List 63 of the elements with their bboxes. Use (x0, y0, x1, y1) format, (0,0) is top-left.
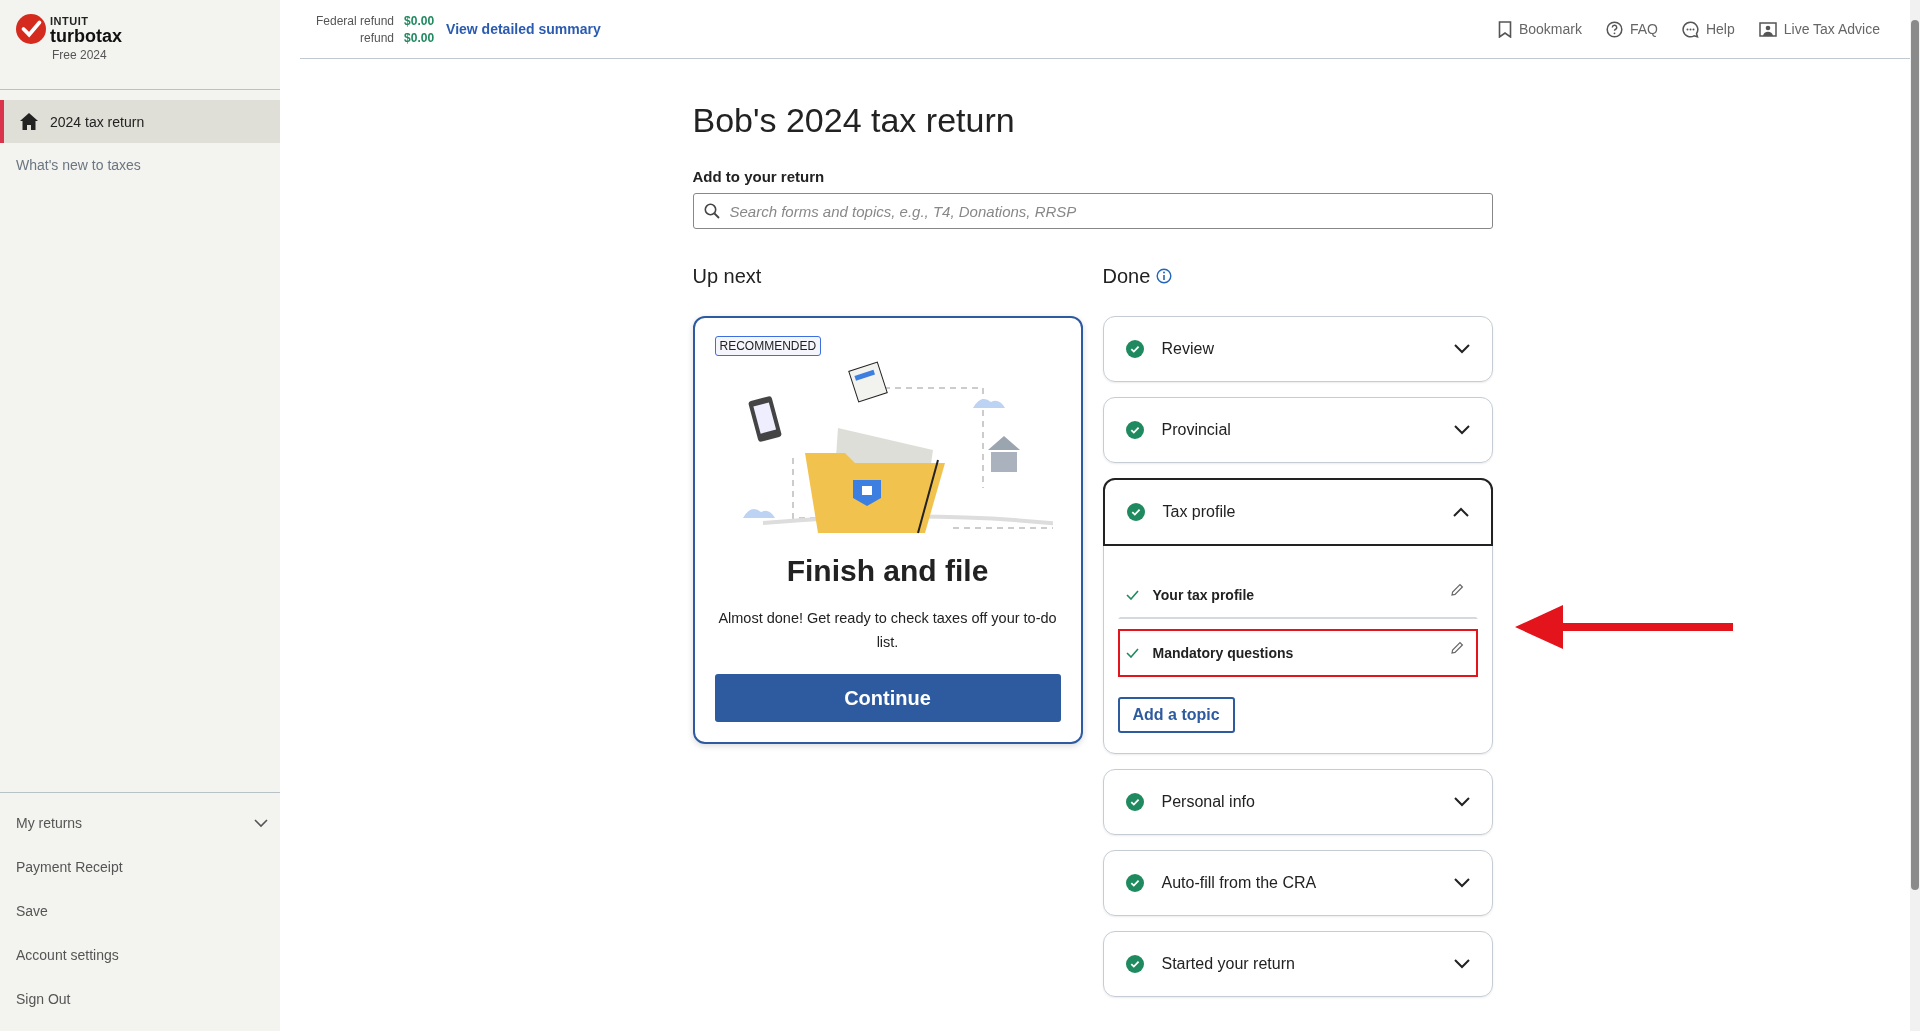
accordion-header[interactable]: Auto-fill from the CRA (1103, 851, 1492, 915)
sidebar-link[interactable]: My returns (0, 801, 280, 845)
accordion-header[interactable]: Personal info (1103, 770, 1492, 834)
topic-row[interactable]: Your tax profile (1117, 571, 1478, 619)
chevron-icon (1453, 425, 1470, 435)
card-description: Almost done! Get ready to check taxes off your to-do list. (717, 609, 1058, 652)
sidebar-link[interactable]: Payment Receipt (0, 845, 280, 889)
sidebar-link[interactable]: Account settings (0, 933, 280, 977)
sidebar-link[interactable]: Save (0, 889, 280, 933)
card-title: Finish and file (786, 554, 989, 588)
product-name: turbotax (50, 27, 122, 45)
accordion-header[interactable]: Tax profile (1102, 478, 1493, 546)
search-label: Add to your return (692, 168, 826, 185)
question-icon (1605, 20, 1623, 38)
search-field[interactable]: Search forms and topics, e.g., T4, Donations, RRSP (692, 193, 1493, 229)
scrollbar[interactable] (1910, 0, 1920, 1031)
sidebar-link[interactable]: Sign Out (0, 977, 280, 1021)
check-circle-icon (1126, 503, 1145, 521)
check-circle-icon (1125, 340, 1144, 358)
refund-label: refund (360, 30, 395, 45)
sidebar-item[interactable]: What's new to taxes (0, 143, 280, 186)
chat-icon (1681, 20, 1699, 38)
topic-row[interactable]: Mandatory questions (1117, 629, 1478, 677)
header-link[interactable]: Help (1681, 20, 1735, 38)
home-icon (20, 113, 38, 130)
chevron-icon (1453, 797, 1470, 807)
check-circle-icon (1125, 955, 1144, 973)
continue-button[interactable]: Continue (714, 674, 1061, 722)
company-name: INTUIT (50, 16, 90, 27)
info-icon[interactable] (1156, 268, 1173, 284)
chevron-icon (1453, 959, 1470, 969)
chevron-icon (1453, 344, 1470, 354)
header-link[interactable]: Bookmark (1497, 20, 1582, 38)
page-title: Bob's 2024 tax return (692, 101, 1016, 140)
check-icon (1125, 648, 1139, 658)
video-person-icon (1758, 21, 1777, 37)
add-topic-button[interactable]: Add a topic (1117, 697, 1235, 733)
edition-label: Free 2024 (51, 49, 108, 61)
pencil-icon[interactable] (1449, 641, 1464, 655)
summary-link[interactable]: View detailed summary (446, 21, 601, 37)
header-link[interactable]: Live Tax Advice (1758, 20, 1880, 38)
bookmark-icon (1497, 20, 1512, 38)
check-circle-icon (1125, 421, 1144, 439)
refund-label: Federal refund (316, 13, 395, 28)
chevron-icon (1452, 507, 1469, 517)
section-heading: Up next (692, 264, 763, 288)
check-circle-icon (1125, 793, 1144, 811)
check-icon (1125, 590, 1139, 600)
recommended-badge: RECOMMENDED (714, 336, 822, 356)
header-link[interactable]: FAQ (1605, 20, 1658, 38)
chevron-icon (1453, 878, 1470, 888)
logo-check-icon (16, 14, 46, 44)
refund-amount: $0.00 (404, 30, 435, 45)
pencil-icon[interactable] (1449, 583, 1464, 597)
check-circle-icon (1125, 874, 1144, 892)
chevron-icon (254, 818, 268, 828)
search-icon (703, 203, 720, 219)
accordion-header[interactable]: Started your return (1103, 932, 1492, 996)
accordion-header[interactable]: Review (1103, 317, 1492, 381)
accordion-header[interactable]: Provincial (1103, 398, 1492, 462)
refund-amount: $0.00 (404, 13, 435, 28)
sidebar-item[interactable]: 2024 tax return (0, 100, 280, 143)
section-heading: Done (1102, 264, 1151, 288)
